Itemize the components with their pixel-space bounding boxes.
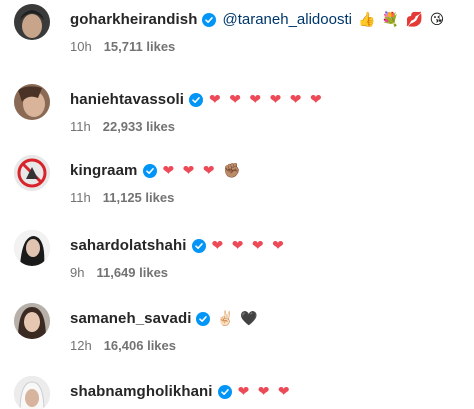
comment-time[interactable]: 11h — [70, 119, 91, 134]
comments-list: goharkheirandish @taraneh_alidoosti 👍 💐 … — [0, 0, 474, 409]
comment-meta: 11h 22,933 likes — [70, 119, 175, 134]
avatar[interactable] — [14, 376, 50, 409]
username[interactable]: haniehtavassoli — [70, 90, 184, 110]
verified-badge-icon — [202, 13, 217, 27]
comment-text: ❤ ❤ ❤ ❤ — [211, 238, 286, 254]
comment-item: goharkheirandish @taraneh_alidoosti 👍 💐 … — [0, 4, 474, 64]
comment-text: ❤ ❤ ❤ — [237, 384, 292, 400]
username[interactable]: shabnamgholikhani — [70, 382, 213, 402]
comment-meta: 10h 15,711 likes — [70, 39, 175, 54]
avatar[interactable] — [14, 155, 50, 191]
comment-meta: 9h 11,649 likes — [70, 265, 168, 280]
comment-text: ✌🏻 🖤 — [216, 311, 259, 327]
mention-link[interactable]: @taraneh_alidoosti — [222, 10, 351, 30]
username[interactable]: samaneh_savadi — [70, 309, 191, 329]
like-count[interactable]: 22,933 likes — [103, 119, 175, 134]
comment-item: samaneh_savadi ✌🏻 🖤 12h 16,406 likes — [0, 303, 474, 363]
comment-time[interactable]: 11h — [70, 190, 91, 205]
comment-meta: 12h 16,406 likes — [70, 338, 176, 353]
comment-text: 👍 💐 💋 😘 — [357, 12, 446, 28]
verified-badge-icon — [196, 312, 211, 326]
avatar[interactable] — [14, 4, 50, 40]
avatar[interactable] — [14, 84, 50, 120]
comment-item: sahardolatshahi ❤ ❤ ❤ ❤ 9h 11,649 likes — [0, 230, 474, 290]
like-count[interactable]: 15,711 likes — [104, 39, 176, 54]
comment-item: haniehtavassoli ❤ ❤ ❤ ❤ ❤ ❤ 11h 22,933 li… — [0, 84, 474, 144]
comment-time[interactable]: 9h — [70, 265, 84, 280]
comment-text: ❤ ❤ ❤ ✊🏽 — [162, 163, 243, 179]
comment-item: kingraam ❤ ❤ ❤ ✊🏽 11h 11,125 likes — [0, 155, 474, 215]
like-count[interactable]: 11,125 likes — [103, 190, 175, 205]
username[interactable]: sahardolatshahi — [70, 236, 187, 256]
avatar[interactable] — [14, 303, 50, 339]
verified-badge-icon — [189, 93, 204, 107]
username[interactable]: kingraam — [70, 161, 138, 181]
like-count[interactable]: 11,649 likes — [96, 265, 168, 280]
comment-text: ❤ ❤ ❤ ❤ ❤ ❤ — [209, 92, 324, 108]
avatar[interactable] — [14, 230, 50, 266]
comment-item: shabnamgholikhani ❤ ❤ ❤ — [0, 376, 474, 409]
username[interactable]: goharkheirandish — [70, 10, 197, 30]
verified-badge-icon — [191, 239, 206, 253]
verified-badge-icon — [142, 164, 157, 178]
comment-time[interactable]: 12h — [70, 338, 92, 353]
verified-badge-icon — [217, 385, 232, 399]
like-count[interactable]: 16,406 likes — [104, 338, 176, 353]
comment-meta: 11h 11,125 likes — [70, 190, 174, 205]
comment-time[interactable]: 10h — [70, 39, 92, 54]
